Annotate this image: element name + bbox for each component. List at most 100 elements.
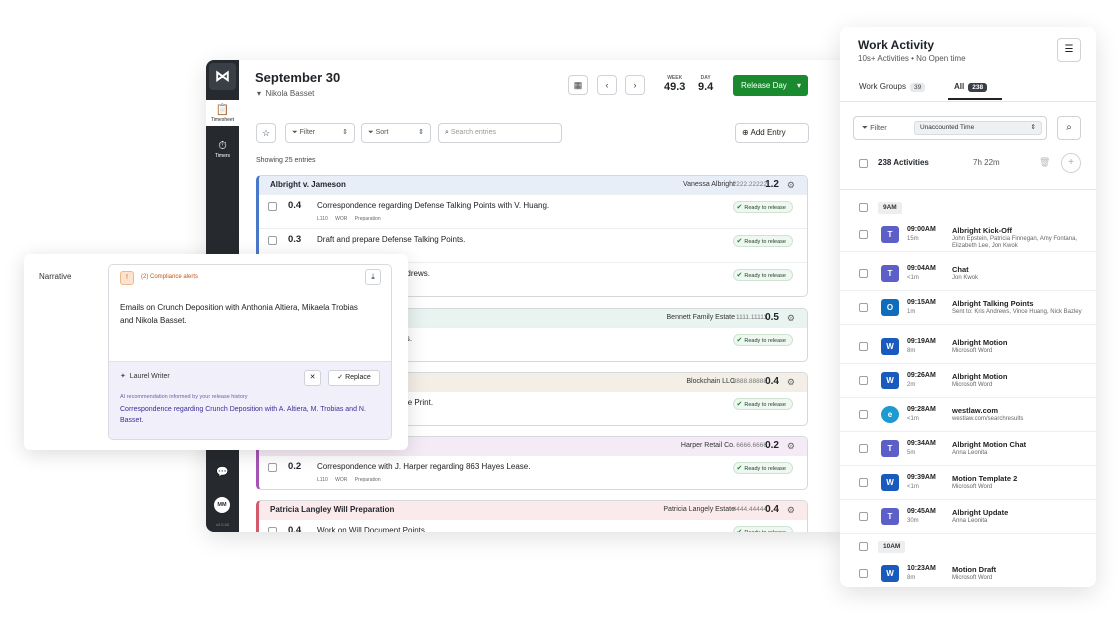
activity-name: Motion Template 2 [952, 474, 1018, 483]
ai-recommendation[interactable]: Correspondence regarding Crunch Depositi… [120, 404, 380, 426]
dismiss-button[interactable]: ✕ [304, 370, 321, 386]
activity-checkbox[interactable] [859, 303, 868, 312]
star-icon[interactable]: ☆ [256, 123, 276, 143]
entry-hours[interactable]: 0.4 [288, 200, 301, 211]
entry-hours[interactable]: 0.3 [288, 234, 301, 245]
activity-checkbox[interactable] [859, 569, 868, 578]
activity-duration: 2m [907, 382, 916, 388]
next-day-button[interactable]: › [625, 75, 645, 95]
activity-item[interactable]: W 09:19AM 8m Albright Motion Microsoft Word [840, 331, 1096, 364]
entry-description[interactable]: Correspondence with J. Harper regarding … [317, 462, 530, 471]
download-icon[interactable]: ⤓ [365, 269, 381, 285]
activity-checkbox[interactable] [859, 230, 868, 239]
gear-icon[interactable]: ⚙ [787, 437, 795, 455]
user-selector[interactable]: ▾ Nikola Basset [257, 89, 314, 98]
matter-header[interactable]: Patricia Langley Will Preparation Patrici… [259, 501, 807, 519]
sort-icon: ⏷ [368, 129, 374, 136]
release-label: Release Day [741, 81, 787, 90]
compliance-alerts[interactable]: (2) Compliance alerts [141, 274, 198, 280]
gear-icon[interactable]: ⚙ [787, 309, 795, 327]
settings-sliders-icon[interactable]: ☰ [1057, 38, 1081, 62]
time-entry[interactable]: 0.2 Correspondence with J. Harper regardi… [259, 455, 807, 489]
activity-duration: <1m [907, 484, 919, 490]
activity-checkbox[interactable] [859, 444, 868, 453]
hour-group-header: 9AM [840, 199, 1096, 217]
activity-time: 09:15AM [907, 299, 936, 306]
avatar[interactable]: MM [214, 497, 230, 513]
tab-all[interactable]: All 238 [954, 82, 988, 92]
activity-checkbox[interactable] [859, 410, 868, 419]
activity-item[interactable]: T 09:34AM 5m Albright Motion Chat Anna Leoni… [840, 433, 1096, 466]
writer-panel: ✦ Laurel Writer ✕ ✓ Replace AI recommend… [109, 361, 391, 439]
entry-hours[interactable]: 0.2 [288, 461, 301, 472]
activity-checkbox[interactable] [859, 342, 868, 351]
search-icon: ⌕ [445, 129, 449, 136]
trash-icon[interactable]: 🗑 [1039, 157, 1050, 168]
activity-time: 10:23AM [907, 565, 936, 572]
activity-detail: Jon Kwok [952, 275, 979, 281]
hour-checkbox[interactable] [859, 542, 868, 551]
status-text: Ready to release [744, 466, 786, 472]
tab-work-groups[interactable]: Work Groups 39 [859, 82, 926, 92]
sort-button[interactable]: ⏷ Sort ⇕ [361, 123, 431, 143]
chat-icon[interactable]: 💬 [216, 467, 228, 478]
sparkle-icon: ✦ [120, 373, 126, 380]
activity-item[interactable]: W 09:39AM <1m Motion Template 2 Microsoft Wo… [840, 467, 1096, 500]
entry-checkbox[interactable] [268, 236, 277, 245]
activity-checkbox[interactable] [859, 512, 868, 521]
filter-select[interactable]: Unaccounted Time ⇕ [914, 121, 1042, 135]
entry-description[interactable]: Draft and prepare Defense Talking Points… [317, 235, 465, 244]
matter-header[interactable]: Albright v. Jameson Vanessa Albright 2222.… [259, 176, 807, 194]
filter-label: Filter [299, 129, 316, 136]
select-all-checkbox[interactable] [859, 159, 868, 168]
search-icon[interactable]: ⌕ [1057, 116, 1081, 140]
rail-item-timers[interactable]: ⏱ Timers [206, 136, 239, 162]
filter-button[interactable]: ⏷ Filter ⇕ [285, 123, 355, 143]
time-entry[interactable]: 0.4 Correspondence regarding Defense Talk… [259, 194, 807, 228]
calendar-icon[interactable]: ▦ [568, 75, 588, 95]
activity-checkbox[interactable] [859, 478, 868, 487]
prev-day-button[interactable]: ‹ [597, 75, 617, 95]
matter-code: 8888.88888 [732, 378, 767, 385]
activity-item[interactable]: e 09:28AM <1m westlaw.com westlaw.com/search… [840, 399, 1096, 432]
gear-icon[interactable]: ⚙ [787, 176, 795, 194]
word-icon: W [881, 474, 899, 491]
matter-group: Patricia Langley Will Preparation Patrici… [256, 500, 808, 532]
status-badge: ✔Ready to release [732, 398, 793, 410]
entry-description[interactable]: Correspondence regarding Defense Talking… [317, 201, 549, 210]
entry-checkbox[interactable] [268, 527, 277, 532]
teams-icon: T [881, 440, 899, 457]
entry-description[interactable]: Work on Will Document Points. [317, 526, 427, 532]
activity-checkbox[interactable] [859, 269, 868, 278]
client-name: Vanessa Albright [682, 181, 735, 188]
search-input[interactable]: ⌕ Search entries [438, 123, 562, 143]
narrative-text[interactable]: Emails on Crunch Deposition with Anthoni… [120, 301, 370, 327]
rail-item-timesheet[interactable]: 📋 Timesheet [206, 100, 239, 126]
activity-item[interactable]: O 09:15AM 1m Albright Talking Points Sent to… [840, 292, 1096, 325]
release-day-button[interactable]: Release Day ▾ [733, 75, 808, 96]
time-entry[interactable]: 0.4 Work on Will Document Points. ✔Ready t… [259, 519, 807, 532]
hour-checkbox[interactable] [859, 203, 868, 212]
gear-icon[interactable]: ⚙ [787, 501, 795, 519]
activity-item[interactable]: T 09:04AM <1m Chat Jon Kwok [840, 258, 1096, 291]
teams-icon: T [881, 508, 899, 525]
entry-checkbox[interactable] [268, 202, 277, 211]
entry-hours[interactable]: 0.4 [288, 525, 301, 532]
stopwatch-icon: ⏱ [218, 140, 227, 152]
activity-filter[interactable]: ⏷ Filter Unaccounted Time ⇕ [853, 116, 1047, 140]
add-circle-icon[interactable]: + [1061, 153, 1081, 173]
activity-item[interactable]: T 09:45AM 30m Albright Update Anna Leonita [840, 501, 1096, 534]
matter-hours: 0.2 [765, 440, 779, 451]
add-entry-button[interactable]: ⊕ Add Entry [735, 123, 809, 143]
narrative-editor[interactable]: ! (2) Compliance alerts ⤓ Emails on Crun… [108, 264, 392, 440]
activities-time: 7h 22m [973, 158, 1000, 167]
activity-item[interactable]: T 09:00AM 15m Albright Kick-Off John Epstein… [840, 219, 1096, 252]
search-placeholder: Search entries [450, 129, 497, 136]
activity-checkbox[interactable] [859, 376, 868, 385]
gear-icon[interactable]: ⚙ [787, 373, 795, 391]
activity-name: Albright Motion [952, 372, 1008, 381]
replace-button[interactable]: ✓ Replace [328, 370, 380, 386]
entry-checkbox[interactable] [268, 463, 277, 472]
activity-item[interactable]: W 09:26AM 2m Albright Motion Microsoft Word [840, 365, 1096, 398]
activity-item[interactable]: W 10:23AM 8m Motion Draft Microsoft Word [840, 558, 1096, 587]
